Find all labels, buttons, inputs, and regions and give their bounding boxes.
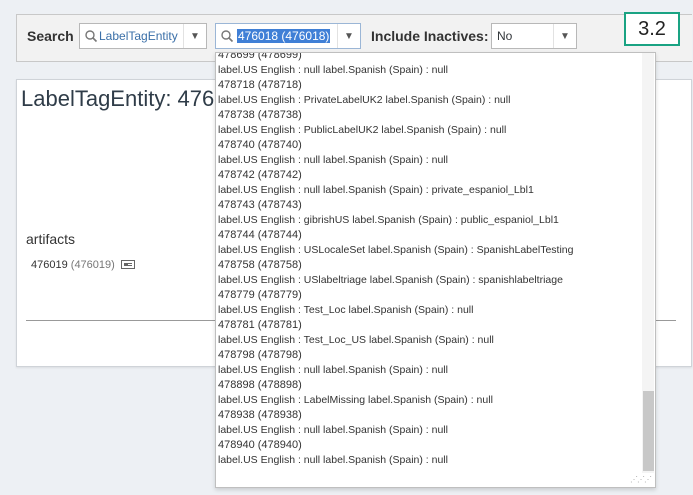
list-item-id: 478699 (478699)	[218, 52, 302, 61]
list-item-id: 478718 (478718)	[218, 79, 302, 91]
list-item-id: 478940 (478940)	[218, 439, 302, 451]
list-item-id: 478938 (478938)	[218, 409, 302, 421]
include-inactives-select[interactable]: No ▼	[491, 23, 577, 49]
list-item-description: label.US English : USlabeltriage label.S…	[218, 274, 563, 286]
list-item-id: 478738 (478738)	[218, 109, 302, 121]
list-item-description: label.US English : PrivateLabelUK2 label…	[218, 94, 511, 106]
list-item-description: label.US English : null label.Spanish (S…	[218, 424, 448, 436]
list-item-description: label.US English : null label.Spanish (S…	[218, 154, 448, 166]
search-icon	[85, 30, 98, 43]
dropdown-items: 478699 (478699) label.US English : null l…	[218, 52, 643, 468]
record-input-value[interactable]: 476018 (476018)	[237, 29, 331, 43]
list-item[interactable]: 478742 (478742) label.US English : null l…	[218, 168, 643, 198]
list-item[interactable]: 478744 (478744) label.US English : USLoca…	[218, 228, 643, 258]
artifact-item[interactable]: 476019 (476019)	[31, 259, 135, 271]
list-item[interactable]: 478798 (478798) label.US English : null l…	[218, 348, 643, 378]
list-item[interactable]: 478938 (478938) label.US English : null l…	[218, 408, 643, 438]
record-dropdown-list[interactable]: 478699 (478699) label.US English : null l…	[215, 52, 656, 488]
chevron-down-icon[interactable]: ▼	[337, 24, 360, 48]
resize-grip-icon[interactable]: ⋰⋰⋰	[630, 475, 652, 485]
list-item[interactable]: 478940 (478940) label.US English : null l…	[218, 438, 643, 468]
include-inactives-value: No	[497, 29, 513, 43]
include-inactives-label: Include Inactives:	[371, 28, 489, 44]
chevron-down-icon[interactable]: ▼	[183, 24, 206, 48]
card-icon[interactable]	[120, 260, 135, 269]
list-item-description: label.US English : null label.Spanish (S…	[218, 64, 448, 76]
search-icon	[221, 30, 234, 43]
list-item-id: 478798 (478798)	[218, 349, 302, 361]
list-item[interactable]: 478779 (478779) label.US English : Test_L…	[218, 288, 643, 318]
list-item-description: label.US English : Test_Loc_US label.Spa…	[218, 334, 494, 346]
list-item[interactable]: 478718 (478718) label.US English : Privat…	[218, 78, 643, 108]
list-item-id: 478744 (478744)	[218, 229, 302, 241]
list-item-id: 478743 (478743)	[218, 199, 302, 211]
list-item[interactable]: 478738 (478738) label.US English : Public…	[218, 108, 643, 138]
list-item-id: 478758 (478758)	[218, 259, 302, 271]
list-item[interactable]: 478898 (478898) label.US English : LabelM…	[218, 378, 643, 408]
list-item-description: label.US English : USLocaleSet label.Spa…	[218, 244, 574, 256]
list-item-id: 478781 (478781)	[218, 319, 302, 331]
artifact-id: 476019	[31, 259, 68, 271]
list-item[interactable]: 478699 (478699) label.US English : null l…	[218, 52, 643, 78]
list-item[interactable]: 478740 (478740) label.US English : null l…	[218, 138, 643, 168]
list-item-description: label.US English : gibrishUS label.Spani…	[218, 214, 559, 226]
list-item-description: label.US English : null label.Spanish (S…	[218, 364, 448, 376]
artifact-id-paren: (476019)	[70, 259, 115, 271]
list-item[interactable]: 478743 (478743) label.US English : gibris…	[218, 198, 643, 228]
list-item[interactable]: 478781 (478781) label.US English : Test_L…	[218, 318, 643, 348]
entity-combobox[interactable]: LabelTagEntity ▼	[79, 23, 207, 49]
entity-value[interactable]: LabelTagEntity	[99, 29, 178, 43]
list-item-description: label.US English : PublicLabelUK2 label.…	[218, 124, 507, 136]
artifacts-heading: artifacts	[26, 231, 76, 247]
list-item-description: label.US English : null label.Spanish (S…	[218, 184, 534, 196]
list-item-description: label.US English : LabelMissing label.Sp…	[218, 394, 493, 406]
page-title: LabelTagEntity: 4760	[21, 86, 227, 111]
version-badge: 3.2	[624, 12, 680, 46]
list-item-id: 478742 (478742)	[218, 169, 302, 181]
list-item-description: label.US English : null label.Spanish (S…	[218, 454, 448, 466]
list-item-id: 478779 (478779)	[218, 289, 302, 301]
scrollbar-thumb[interactable]	[643, 391, 654, 471]
search-label: Search	[27, 28, 74, 44]
list-item[interactable]: 478758 (478758) label.US English : USlabe…	[218, 258, 643, 288]
list-item-description: label.US English : Test_Loc label.Spanis…	[218, 304, 474, 316]
list-item-id: 478740 (478740)	[218, 139, 302, 151]
chevron-down-icon[interactable]: ▼	[553, 24, 576, 48]
list-item-id: 478898 (478898)	[218, 379, 302, 391]
record-combobox[interactable]: 476018 (476018) ▼	[215, 23, 361, 49]
